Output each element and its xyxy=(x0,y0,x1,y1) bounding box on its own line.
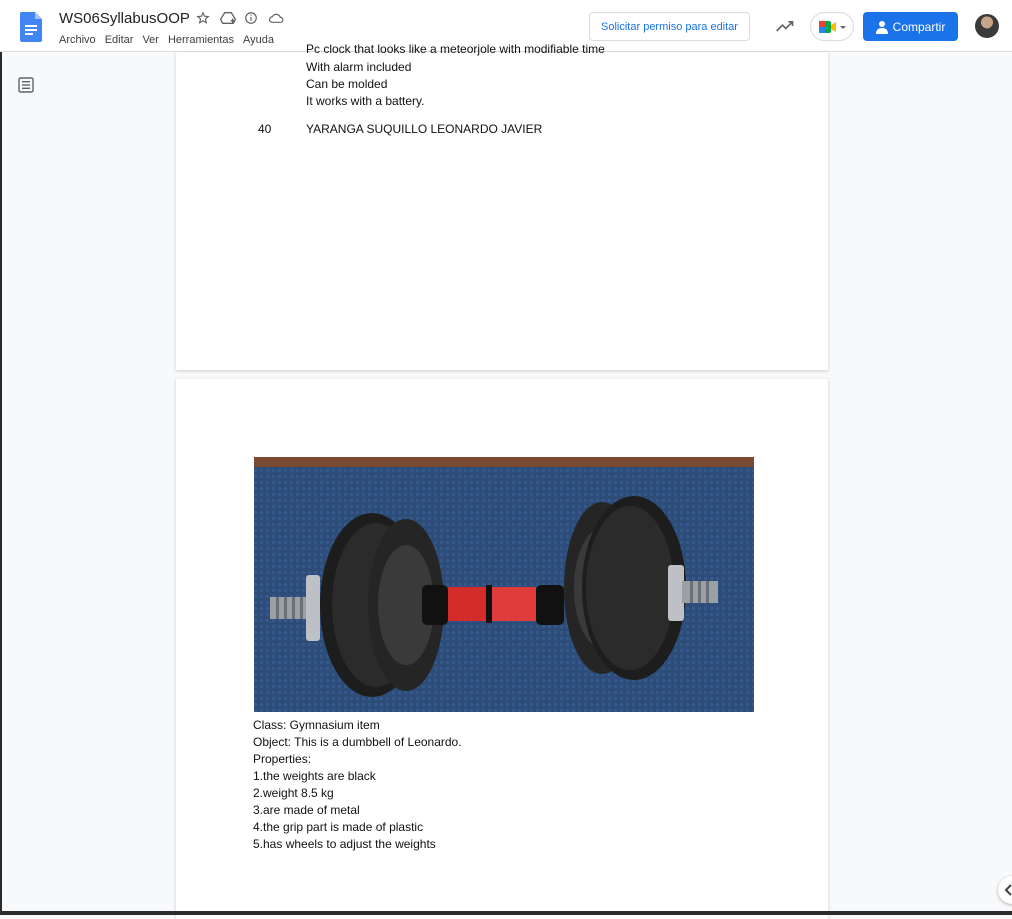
document-outline-icon[interactable] xyxy=(18,77,34,93)
move-to-drive-icon[interactable] xyxy=(219,11,237,27)
property-2: 2.weight 8.5 kg xyxy=(253,786,334,800)
window-edge-bottom xyxy=(0,911,1012,915)
document-page-1: Pc clock that looks like a meteorjole wi… xyxy=(176,42,828,370)
star-icon[interactable] xyxy=(196,11,212,27)
request-edit-access-button[interactable]: Solicitar permiso para editar xyxy=(589,12,750,41)
clock-property-2: Can be molded xyxy=(306,77,388,91)
share-button-label: Compartir xyxy=(892,19,946,34)
side-panel-toggle[interactable] xyxy=(998,876,1012,904)
class-line: Class: Gymnasium item xyxy=(253,718,380,732)
object-line: Object: This is a dumbbell of Leonardo. xyxy=(253,735,462,749)
share-button[interactable]: Compartir xyxy=(863,12,958,41)
document-page-2: Class: Gymnasium item Object: This is a … xyxy=(176,379,828,919)
clock-property-1: With alarm included xyxy=(306,60,412,74)
cloud-saved-icon[interactable] xyxy=(268,11,284,27)
property-1: 1.the weights are black xyxy=(253,769,376,783)
menu-ayuda[interactable]: Ayuda xyxy=(243,34,274,46)
property-3: 3.are made of metal xyxy=(253,803,360,817)
docs-logo-icon[interactable] xyxy=(20,12,42,42)
title-actions xyxy=(196,11,284,27)
clock-property-3: It works with a battery. xyxy=(306,94,425,108)
share-person-icon xyxy=(875,20,888,34)
chevron-left-icon xyxy=(1004,884,1012,896)
row-number: 40 xyxy=(258,122,272,136)
menu-ver[interactable]: Ver xyxy=(142,34,159,46)
property-4: 4.the grip part is made of plastic xyxy=(253,820,424,834)
menu-archivo[interactable]: Archivo xyxy=(59,34,96,46)
info-icon[interactable] xyxy=(244,11,260,27)
account-avatar[interactable] xyxy=(975,14,999,38)
document-title[interactable]: WS06SyllabusOOP xyxy=(59,10,190,27)
activity-trend-icon[interactable] xyxy=(775,17,795,35)
menu-bar: Archivo Editar Ver Herramientas Ayuda xyxy=(59,34,274,46)
dumbbell-photo[interactable] xyxy=(254,457,754,712)
properties-heading: Properties: xyxy=(253,752,312,766)
window-edge-left xyxy=(0,0,2,915)
partial-line: Pc clock that looks like a meteorjole wi… xyxy=(306,42,605,56)
meet-button[interactable] xyxy=(810,12,854,41)
row-student-name: YARANGA SUQUILLO LEONARDO JAVIER xyxy=(306,122,543,136)
menu-editar[interactable]: Editar xyxy=(105,34,134,46)
meet-camera-icon xyxy=(819,21,846,33)
menu-herramientas[interactable]: Herramientas xyxy=(168,34,234,46)
property-5: 5.has wheels to adjust the weights xyxy=(253,837,436,851)
